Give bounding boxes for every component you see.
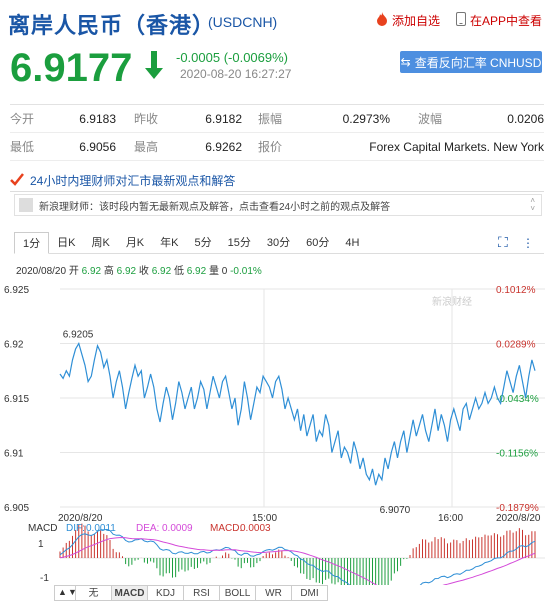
period-tab[interactable]: 年K xyxy=(152,232,186,254)
reverse-rate-button[interactable]: ⇆ 查看反向汇率 CNHUSD xyxy=(400,51,542,73)
watermark: 新浪财经 xyxy=(432,295,472,308)
y-tick-label: 6.905 xyxy=(4,503,29,514)
current-price: 6.9177 xyxy=(10,46,133,90)
reverse-rate-label: 查看反向汇率 CNHUSD xyxy=(414,55,542,70)
macd-dif-line xyxy=(59,528,536,585)
macd-tick: 1 xyxy=(38,539,44,550)
period-tab[interactable]: 15分 xyxy=(220,232,259,254)
stat-value: 6.9182 xyxy=(205,111,242,126)
indicator-tab[interactable]: KDJ xyxy=(148,585,184,601)
checkmark-icon xyxy=(10,172,24,189)
stat-label: 波幅 xyxy=(418,112,443,126)
indicator-tab[interactable]: MACD xyxy=(112,585,148,601)
symbol-code: (USDCNH) xyxy=(208,14,278,30)
scroll-arrows-icon[interactable]: ˄ ˅ xyxy=(530,197,535,213)
macd-macd: 0.0003 xyxy=(240,523,271,534)
scroll-down-icon[interactable]: ▼ xyxy=(68,587,77,597)
stat-label: 最高 xyxy=(134,140,159,154)
macd-dif-label: DIF: xyxy=(66,523,85,534)
high-annotation: 6.9205 xyxy=(63,330,94,341)
stat-value: 6.9262 xyxy=(205,139,242,154)
stats-row: 最低 6.9056 最高 6.9262 报价 Forex Capital Mar… xyxy=(10,133,544,161)
y-tick-label: 6.915 xyxy=(4,394,29,405)
avatar xyxy=(19,198,33,212)
page-title: 离岸人民币（香港） xyxy=(8,13,216,38)
stat-label: 最低 xyxy=(10,140,35,154)
settings-icon[interactable]: ⋮ xyxy=(522,236,534,250)
y-tick-label: 6.92 xyxy=(4,340,24,351)
period-tabs: 1分 日K 周K 月K 年K 5分 15分 30分 60分 4H xyxy=(14,232,544,254)
add-favorite-label: 添加自选 xyxy=(392,14,441,28)
add-favorite-button[interactable]: 添加自选 xyxy=(376,12,440,29)
stat-label: 报价 xyxy=(258,140,283,154)
advisor-banner[interactable]: 24小时内理财师对汇市最新观点和解答 xyxy=(10,170,544,192)
period-tab[interactable]: 5分 xyxy=(187,232,220,254)
stats-row: 今开 6.9183 昨收 6.9182 振幅 0.2973% 波幅 0.0206 xyxy=(10,105,544,133)
period-tab[interactable]: 1分 xyxy=(14,232,50,254)
macd-title: MACD xyxy=(28,523,57,534)
indicator-tab[interactable]: RSI xyxy=(184,585,220,601)
advisor-message-text: 新浪理财师：该时段内暂无最新观点及解答，点击查看24小时之前的观点及解答 xyxy=(39,201,391,213)
stats-table: 今开 6.9183 昨收 6.9182 振幅 0.2973% 波幅 0.0206… xyxy=(10,104,544,161)
indicator-tab[interactable]: 无 xyxy=(76,585,112,601)
period-tab[interactable]: 日K xyxy=(49,232,83,254)
low-annotation: 6.9070 xyxy=(380,505,411,516)
stat-value: 0.2973% xyxy=(342,111,390,126)
stat-label: 今开 xyxy=(10,112,35,126)
scroll-up-icon[interactable]: ▲ xyxy=(58,587,67,597)
right-tick-label: -0.1156% xyxy=(496,449,538,460)
price-chart[interactable]: 新浪财经 6.925 6.92 6.915 6.91 6.905 0.1012% 0.02… xyxy=(0,275,550,585)
stat-value: 6.9183 xyxy=(79,111,116,126)
down-arrow-icon xyxy=(143,50,165,85)
quote-time: 2020-08-20 16:27:27 xyxy=(180,67,292,81)
view-in-app-label: 在APP中查看 xyxy=(470,14,543,28)
period-tab[interactable]: 4H xyxy=(337,232,367,254)
y-tick-label: 6.91 xyxy=(4,449,24,460)
period-tab[interactable]: 30分 xyxy=(259,232,298,254)
swap-icon: ⇆ xyxy=(400,55,411,69)
fullscreen-icon[interactable]: ⛶ xyxy=(498,234,508,251)
phone-icon xyxy=(456,12,466,29)
stat-value: 6.9056 xyxy=(79,139,116,154)
macd-dea: 0.0009 xyxy=(162,523,193,534)
price-line xyxy=(59,341,536,486)
period-tab[interactable]: 周K xyxy=(83,232,117,254)
indicator-tab[interactable]: DMI xyxy=(292,585,328,601)
stat-label: 昨收 xyxy=(134,112,159,126)
macd-dif: 0.0011 xyxy=(86,523,116,534)
macd-tick: -1 xyxy=(40,573,49,584)
macd-macd-label: MACD: xyxy=(210,523,242,534)
indicator-tab[interactable]: WR xyxy=(256,585,292,601)
macd-dea-label: DEA: xyxy=(136,523,159,534)
right-tick-label: 0.0289% xyxy=(496,340,536,351)
indicator-tab[interactable]: BOLL xyxy=(220,585,256,601)
stat-label: 振幅 xyxy=(258,112,283,126)
view-in-app-button[interactable]: 在APP中查看 xyxy=(456,12,542,29)
period-tab[interactable]: 月K xyxy=(118,232,152,254)
advisor-banner-text: 24小时内理财师对汇市最新观点和解答 xyxy=(30,174,236,188)
y-tick-label: 6.925 xyxy=(4,285,29,296)
stat-value: 0.0206 xyxy=(507,111,544,126)
indicator-tabs: 无 MACD KDJ RSI BOLL WR DMI xyxy=(54,585,328,601)
price-change: -0.0005 (-0.0069%) xyxy=(176,50,289,65)
advisor-message[interactable]: 新浪理财师：该时段内暂无最新观点及解答，点击查看24小时之前的观点及解答 ˄ ˅ xyxy=(14,194,542,216)
x-tick-label: 16:00 xyxy=(438,513,463,524)
x-tick-label: 2020/8/20 xyxy=(496,513,541,524)
right-tick-label: 0.1012% xyxy=(496,285,536,296)
stat-value: Forex Capital Markets. New York xyxy=(369,139,544,154)
period-tab[interactable]: 60分 xyxy=(298,232,337,254)
fire-icon xyxy=(376,12,388,29)
